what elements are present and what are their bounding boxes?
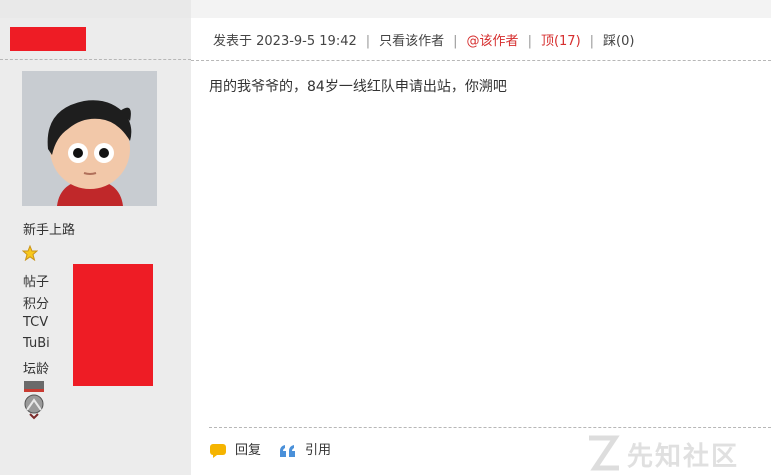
redacted-stats [73,264,153,386]
top-strip [0,0,771,18]
stat-tcv: TCV [23,315,49,330]
redacted-username [10,27,86,51]
downvote-link[interactable]: 踩(0) [603,30,634,49]
speech-bubble-icon [210,443,226,458]
stat-tubi: TuBi [23,336,50,351]
post-content: 用的我爷爷的，84岁一线红队申请出站，你溯吧 [209,79,507,95]
author-rank: 新手上路 [23,223,76,238]
star-icon [22,245,38,261]
upvote-link[interactable]: 顶(17) [541,30,581,49]
sidebar-divider [0,59,191,60]
quote-icon [280,444,295,457]
stat-age: 坛龄 [23,362,50,377]
avatar[interactable] [22,71,157,206]
post-time: 发表于 2023-9-5 19:42 [213,34,357,49]
reply-button[interactable]: 回复 [209,439,261,459]
post-header-divider [191,60,771,61]
stat-posts: 帖子 [23,275,50,290]
watermark: 先知社区 [583,432,771,475]
quote-label: 引用 [305,443,332,458]
medal-icon [24,381,44,420]
only-author-link[interactable]: 只看该作者 [379,30,444,49]
reply-label: 回复 [235,443,262,458]
top-strip-left [0,0,191,18]
avatar-illustration [22,71,157,206]
xianzhi-logo-icon [589,435,620,471]
at-author-link[interactable]: @该作者 [467,30,519,49]
stat-points: 积分 [23,297,50,312]
quote-button[interactable]: 引用 [279,439,331,459]
post-meta: 发表于 2023-9-5 19:42 | 只看该作者 | @该作者 | 顶(17) | 踩(0) [213,30,634,49]
post-footer-divider [209,427,771,428]
watermark-text: 先知社区 [627,442,740,472]
